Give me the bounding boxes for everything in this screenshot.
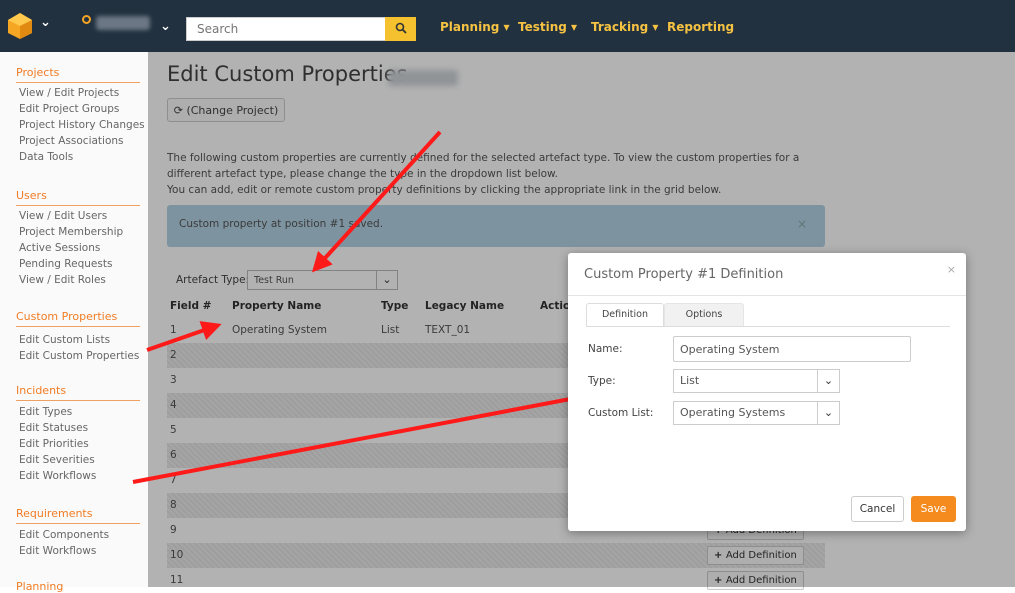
project-status-icon [82,15,91,24]
sidebar-item-edit-req-workflows[interactable]: Edit Workflows [19,545,96,557]
close-icon[interactable]: × [947,263,956,276]
sidebar-item-edit-statuses[interactable]: Edit Statuses [19,422,88,434]
sidebar-item-view-edit-users[interactable]: View / Edit Users [19,210,107,222]
type-label: Type: [588,375,616,387]
sidebar-heading-incidents: Incidents [16,384,67,397]
custom-property-dialog: Custom Property #1 Definition × Definiti… [568,253,966,531]
sidebar-item-pending-requests[interactable]: Pending Requests [19,258,112,270]
top-navbar: ⌄ ⌄ Planning ▾ Testing ▾ Tracking ▾ Repo… [0,0,1015,52]
nav-reporting[interactable]: Reporting [667,20,734,34]
sidebar-heading-users: Users [16,189,47,202]
divider [586,326,950,327]
sidebar-item-edit-priorities[interactable]: Edit Priorities [19,438,89,450]
sidebar-item-data-tools[interactable]: Data Tools [19,151,73,163]
chevron-down-icon[interactable]: ⌄ [818,369,840,393]
custom-list-label: Custom List: [588,407,654,419]
nav-testing[interactable]: Testing ▾ [518,20,577,34]
tab-definition[interactable]: Definition [586,303,664,327]
dialog-title: Custom Property #1 Definition [584,267,784,282]
sidebar-heading-projects: Projects [16,66,60,79]
cancel-button[interactable]: Cancel [851,496,904,522]
logo-icon[interactable] [6,12,34,40]
custom-list-select[interactable]: Operating Systems [673,401,818,425]
sidebar-item-edit-severities[interactable]: Edit Severities [19,454,95,466]
divider [568,295,966,296]
sidebar-item-edit-custom-properties[interactable]: Edit Custom Properties [19,350,139,362]
sidebar-item-edit-workflows[interactable]: Edit Workflows [19,470,96,482]
sidebar-item-view-edit-projects[interactable]: View / Edit Projects [19,87,119,99]
nav-tracking[interactable]: Tracking ▾ [591,20,658,34]
type-select[interactable]: List [673,369,818,393]
save-button[interactable]: Save [911,496,956,522]
divider [16,400,140,401]
sidebar: Projects View / Edit Projects Edit Proje… [0,52,148,593]
divider [16,205,140,206]
sidebar-item-project-membership[interactable]: Project Membership [19,226,123,238]
divider [16,82,140,83]
chevron-down-icon[interactable]: ⌄ [818,401,840,425]
sidebar-item-edit-custom-lists[interactable]: Edit Custom Lists [19,334,110,346]
project-name-redacted[interactable] [96,16,150,30]
name-label: Name: [588,343,623,355]
sidebar-item-active-sessions[interactable]: Active Sessions [19,242,100,254]
nav-planning[interactable]: Planning ▾ [440,20,510,34]
search-input[interactable] [186,17,387,41]
divider [16,523,140,524]
sidebar-heading-custom-properties: Custom Properties [16,310,118,323]
sidebar-item-edit-types[interactable]: Edit Types [19,406,72,418]
search-button[interactable] [385,17,416,41]
search-icon [395,22,407,34]
sidebar-item-project-associations[interactable]: Project Associations [19,135,124,147]
chevron-down-icon[interactable]: ⌄ [40,15,51,30]
chevron-down-icon[interactable]: ⌄ [160,19,171,34]
tab-options[interactable]: Options [664,303,744,327]
sidebar-item-edit-components[interactable]: Edit Components [19,529,109,541]
sidebar-item-project-history[interactable]: Project History Changes [19,119,145,131]
name-field[interactable] [673,336,911,362]
sidebar-item-edit-project-groups[interactable]: Edit Project Groups [19,103,119,115]
sidebar-heading-requirements: Requirements [16,507,93,520]
sidebar-item-view-edit-roles[interactable]: View / Edit Roles [19,274,106,286]
divider [16,326,140,327]
